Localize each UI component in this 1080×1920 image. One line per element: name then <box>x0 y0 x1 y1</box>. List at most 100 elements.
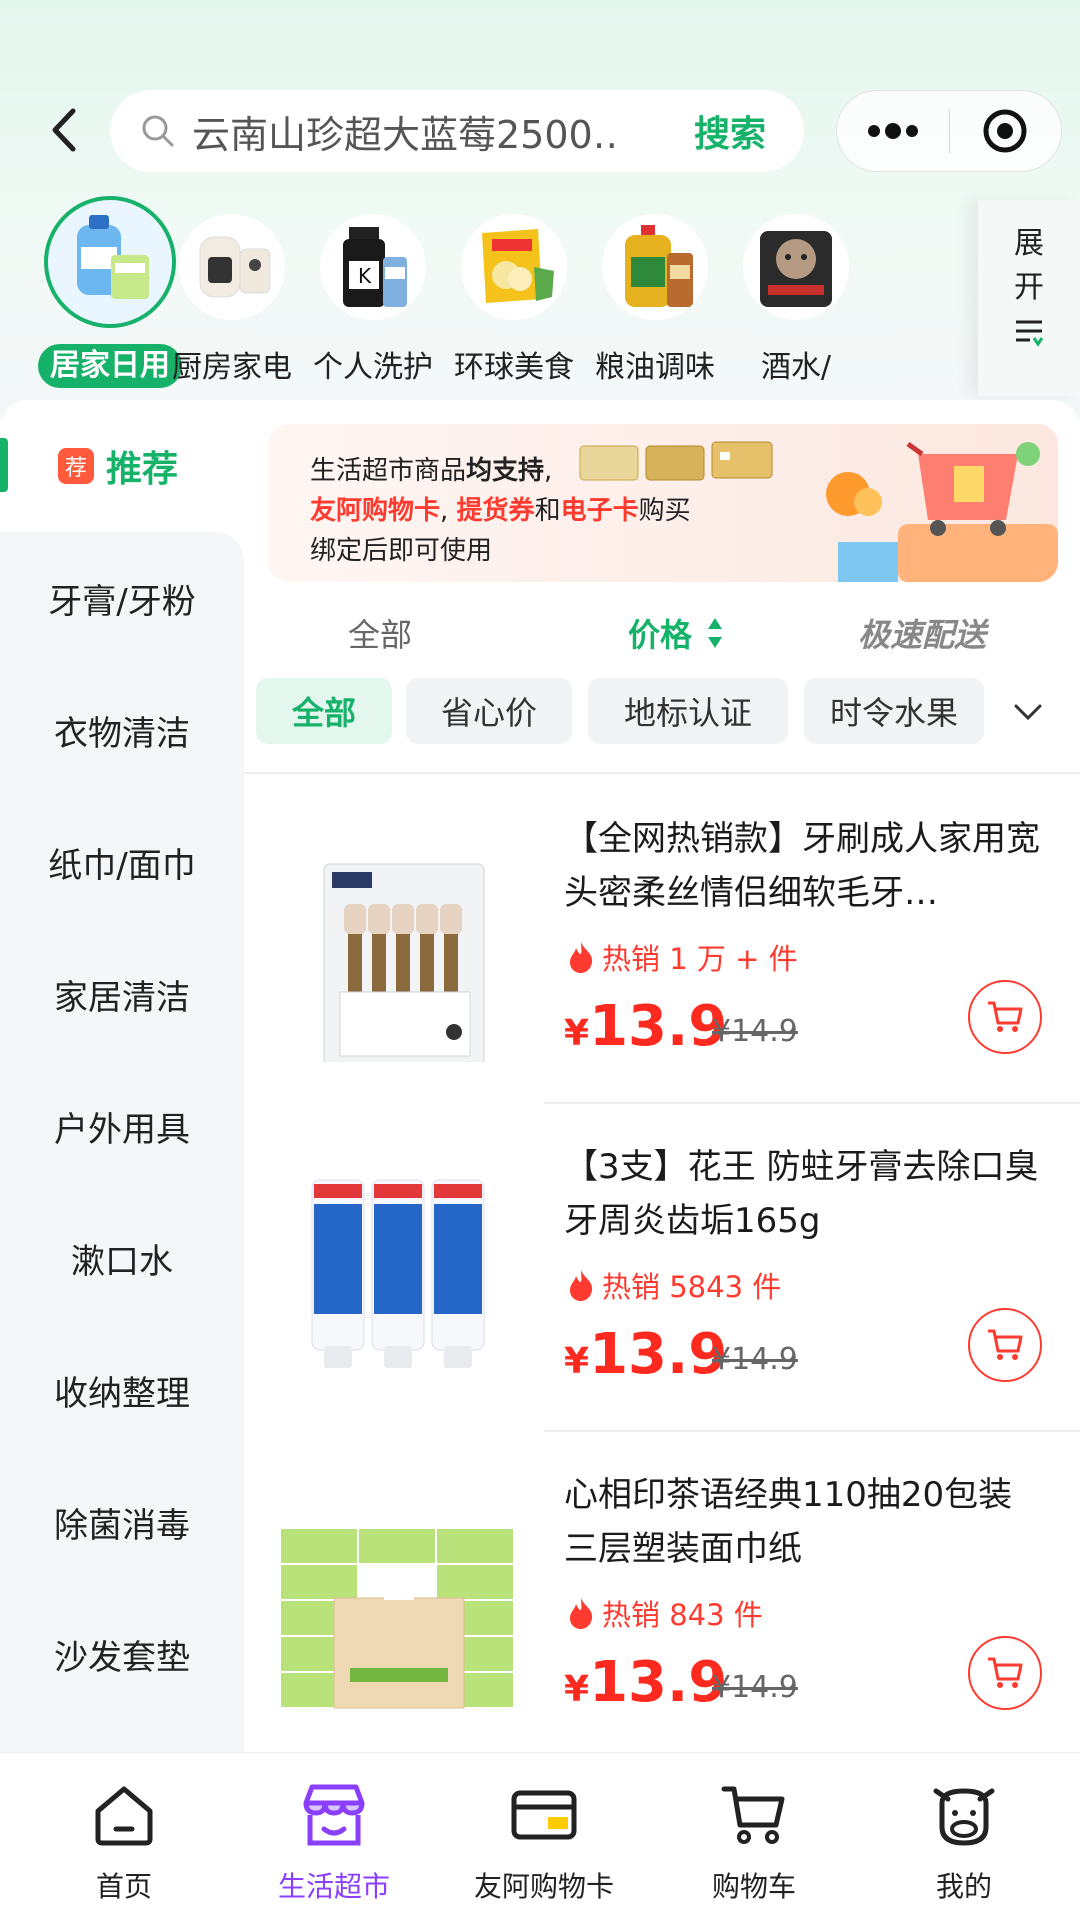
sort-bar: 全部 价格 极速配送 <box>244 600 1080 660</box>
nav-shopping-card[interactable]: 友阿购物卡 <box>436 1753 652 1920</box>
cart-icon <box>988 1001 1023 1032</box>
hot-sales-text: 热销 843 件 <box>602 1598 763 1632</box>
search-bar[interactable]: 云南山珍超大蓝莓2500… 搜索 <box>110 90 804 172</box>
add-to-cart-button[interactable] <box>968 1308 1042 1382</box>
category-item-personal-care[interactable]: K 个人洗护 <box>293 196 453 392</box>
hot-sales-text: 热销 5843 件 <box>602 1270 782 1304</box>
back-button[interactable] <box>40 100 88 160</box>
card-icon <box>511 1790 577 1840</box>
product-title[interactable]: 【全网热销款】牙刷成人家用宽头密柔丝情侣细软毛牙… <box>564 812 1044 920</box>
more-dots-icon <box>867 123 918 139</box>
category-item-kitchen[interactable]: 厨房家电 <box>152 196 312 392</box>
search-icon <box>142 115 174 147</box>
filter-lines-icon <box>1016 320 1044 347</box>
sidebar-item[interactable]: 衣物清洁 <box>0 664 244 796</box>
sidebar-item[interactable]: 漱口水 <box>0 1192 244 1324</box>
category-item-drinks[interactable]: 酒水/ <box>716 196 876 392</box>
sort-fast-delivery[interactable]: 极速配送 <box>858 610 986 656</box>
category-label: 环球美食 <box>454 350 574 385</box>
chip-value-price[interactable]: 省心价 <box>406 678 572 744</box>
home-icon <box>95 1786 153 1846</box>
flame-icon <box>570 942 593 973</box>
original-price: ¥14.9 <box>712 1670 798 1705</box>
flame-icon <box>570 1270 593 1301</box>
mini-program-capsule <box>836 90 1062 172</box>
sidebar-item[interactable]: 纸巾/面巾 <box>0 796 244 928</box>
sort-arrows-icon <box>708 618 722 648</box>
expand-label-1: 展 <box>1014 226 1044 261</box>
subcategory-sidebar: 荐 推荐 牙膏/牙粉 衣物清洁 纸巾/面巾 家居清洁 户外用具 漱口水 收纳整理… <box>0 400 244 1752</box>
air-fryer-product-icon <box>179 214 285 320</box>
nav-profile[interactable]: 我的 <box>856 1753 1072 1920</box>
hot-sales: 热销 5843 件 <box>566 1264 781 1306</box>
price: ¥13.9 <box>564 1322 728 1387</box>
sidebar-item[interactable]: 收纳整理 <box>0 1324 244 1456</box>
sidebar-item[interactable]: 户外用具 <box>0 1060 244 1192</box>
more-button[interactable] <box>837 91 949 171</box>
sort-price[interactable]: 价格 <box>628 610 692 656</box>
product-card[interactable]: 心相印茶语经典110抽20包装三层塑装面巾纸 热销 843 件 ¥13.9 ¥1… <box>244 1432 1080 1752</box>
sort-all[interactable]: 全部 <box>348 610 412 656</box>
flame-icon <box>570 1598 593 1629</box>
hot-sales: 热销 1 万 + 件 <box>566 936 798 978</box>
petfood-product-icon <box>743 214 849 320</box>
banner-line-1: 生活超市商品均支持, <box>310 456 553 486</box>
sidebar-item-label: 推荐 <box>106 449 179 490</box>
category-label: 厨房家电 <box>172 350 292 385</box>
original-price: ¥14.9 <box>712 1014 798 1049</box>
category-label: 酒水/ <box>760 350 832 385</box>
category-item-global-food[interactable]: 环球美食 <box>434 196 594 392</box>
sidebar-list: 牙膏/牙粉 衣物清洁 纸巾/面巾 家居清洁 户外用具 漱口水 收纳整理 除菌消毒… <box>0 532 244 1752</box>
toothpaste-product-image <box>274 1140 524 1390</box>
nav-home[interactable]: 首页 <box>16 1753 232 1920</box>
shampoo-product-icon: K <box>320 214 426 320</box>
original-price: ¥14.9 <box>712 1342 798 1377</box>
search-input[interactable]: 云南山珍超大蓝莓2500… <box>192 104 622 159</box>
close-mini-program-button[interactable] <box>950 91 1062 171</box>
add-to-cart-button[interactable] <box>968 1636 1042 1710</box>
category-label: 个人洗护 <box>313 350 433 385</box>
banner-line-2: 友阿购物卡, 提货券和电子卡购买 <box>310 496 691 526</box>
category-strip: 居家日用 厨房家电 K 个人洗护 环球美食 粮油调味 酒水/ <box>0 196 980 392</box>
product-title[interactable]: 【3支】花王 防蛀牙膏去除口臭牙周炎齿垢165g <box>564 1140 1044 1248</box>
chip-seasonal-fruit[interactable]: 时令水果 <box>804 678 984 744</box>
nav-label: 购物车 <box>711 1870 796 1903</box>
tissue-product-image <box>274 1468 524 1718</box>
shopping-cart-illustration-icon <box>826 441 1058 582</box>
product-card[interactable]: 【全网热销款】牙刷成人家用宽头密柔丝情侣细软毛牙… 热销 1 万 + 件 ¥13… <box>244 776 1080 1104</box>
divider <box>244 772 1080 774</box>
expand-categories-button[interactable]: 展 开 <box>978 200 1080 396</box>
chip-landmark-certified[interactable]: 地标认证 <box>588 678 788 744</box>
toothbrush-product-image <box>274 812 524 1071</box>
sidebar-item[interactable]: 除菌消毒 <box>0 1456 244 1588</box>
price: ¥13.9 <box>564 994 728 1059</box>
product-card[interactable]: 【3支】花王 防蛀牙膏去除口臭牙周炎齿垢165g 热销 5843 件 ¥13.9… <box>244 1104 1080 1432</box>
product-title[interactable]: 心相印茶语经典110抽20包装三层塑装面巾纸 <box>564 1468 1044 1576</box>
cart-icon <box>988 1329 1023 1360</box>
cart-icon <box>721 1786 785 1844</box>
hot-sales-text: 热销 1 万 + 件 <box>602 942 798 976</box>
store-icon <box>303 1784 365 1846</box>
nav-supermarket[interactable]: 生活超市 <box>226 1753 442 1920</box>
sidebar-item[interactable]: 家居清洁 <box>0 928 244 1060</box>
banner-line-3: 绑定后即可使用 <box>310 536 493 566</box>
nav-cart[interactable]: 购物车 <box>646 1753 862 1920</box>
add-to-cart-button[interactable] <box>968 980 1042 1054</box>
nav-label: 我的 <box>935 1870 992 1903</box>
sidebar-item-recommend[interactable]: 荐 推荐 <box>0 400 244 532</box>
bottom-navigation: 首页 生活超市 友阿购物卡 购物车 我的 <box>0 1752 1080 1920</box>
nav-label: 首页 <box>95 1870 152 1903</box>
cart-icon <box>988 1657 1023 1688</box>
oil-product-icon <box>602 214 708 320</box>
sidebar-item[interactable]: 牙膏/牙粉 <box>0 532 244 664</box>
chip-all[interactable]: 全部 <box>256 678 392 744</box>
chevron-down-icon[interactable] <box>1006 690 1050 734</box>
active-indicator <box>0 438 8 492</box>
sidebar-item[interactable]: 沙发套垫 <box>0 1588 244 1720</box>
cards-illustration-icon <box>579 441 773 481</box>
promo-banner[interactable]: 生活超市商品均支持, 友阿购物卡, 提货券和电子卡购买 绑定后即可使用 <box>268 424 1058 582</box>
category-item-grain-oil[interactable]: 粮油调味 <box>575 196 735 392</box>
category-label: 粮油调味 <box>595 350 715 385</box>
search-button[interactable]: 搜索 <box>694 105 766 157</box>
hot-sales: 热销 843 件 <box>566 1592 763 1634</box>
